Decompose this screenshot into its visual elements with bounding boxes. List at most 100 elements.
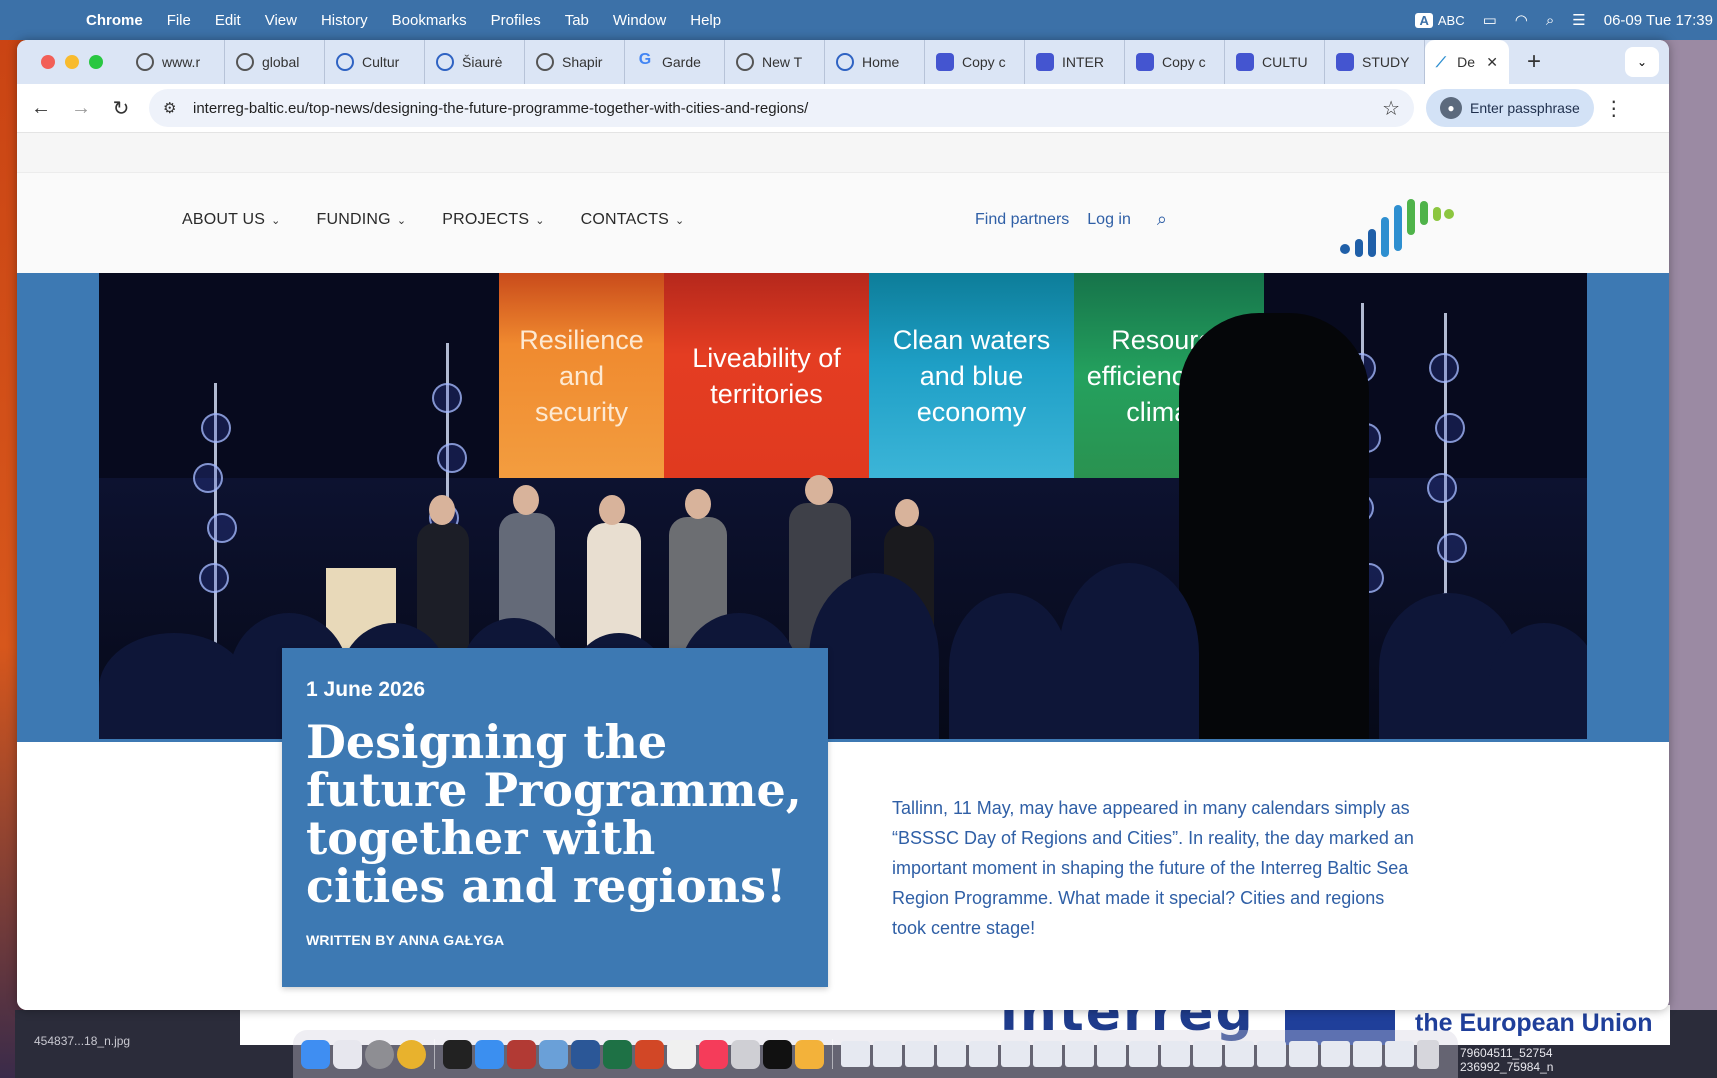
settings-icon[interactable]: [365, 1039, 394, 1069]
zoom-window-button[interactable]: [89, 55, 103, 69]
document-icon[interactable]: [1065, 1041, 1094, 1067]
speaker-head: [429, 495, 455, 525]
interreg-logo[interactable]: [1337, 195, 1477, 265]
document-icon[interactable]: [1353, 1041, 1382, 1067]
input-source-indicator[interactable]: A ABC: [1415, 12, 1465, 28]
control-center-icon[interactable]: ☰: [1572, 11, 1585, 29]
tab-label: Garde: [662, 54, 701, 70]
logo-bar: [1355, 239, 1363, 257]
tab[interactable]: Copy c: [1125, 40, 1225, 84]
menu-history[interactable]: History: [309, 12, 380, 29]
site-icon: [836, 53, 854, 71]
menu-help[interactable]: Help: [678, 12, 733, 29]
search-icon[interactable]: ⌕: [1157, 209, 1167, 230]
screen-panel: Clean waters and blue economy: [869, 273, 1074, 478]
nav-contacts[interactable]: CONTACTS ⌄: [581, 211, 685, 229]
new-tab-button[interactable]: +: [1509, 48, 1559, 76]
tv-icon[interactable]: [763, 1039, 792, 1069]
document-icon[interactable]: [1033, 1041, 1062, 1067]
calendar-icon[interactable]: [667, 1039, 696, 1069]
chrome-menu-icon[interactable]: ⋮: [1594, 96, 1634, 121]
document-icon[interactable]: [1161, 1041, 1190, 1067]
excel-icon[interactable]: [603, 1039, 632, 1069]
passphrase-button[interactable]: ● Enter passphrase: [1426, 89, 1594, 127]
tab[interactable]: Shapir: [525, 40, 625, 84]
minimize-window-button[interactable]: [65, 55, 79, 69]
tab[interactable]: global: [225, 40, 325, 84]
menu-file[interactable]: File: [155, 12, 203, 29]
tab[interactable]: Cultur: [325, 40, 425, 84]
finder-icon[interactable]: [301, 1039, 330, 1069]
wifi-icon[interactable]: ◠: [1515, 11, 1528, 29]
nav-about-us[interactable]: ABOUT US ⌄: [182, 211, 281, 229]
tab[interactable]: G Garde: [625, 40, 725, 84]
close-tab-icon[interactable]: ✕: [1486, 54, 1498, 71]
launchpad-icon[interactable]: [333, 1039, 362, 1069]
light-orb: [437, 443, 467, 473]
document-icon[interactable]: [1001, 1041, 1030, 1067]
document-icon[interactable]: [1257, 1041, 1286, 1067]
word-icon[interactable]: [571, 1039, 600, 1069]
menu-tab[interactable]: Tab: [553, 12, 601, 29]
document-icon[interactable]: [969, 1041, 998, 1067]
url-text[interactable]: interreg-baltic.eu/top-news/designing-th…: [193, 100, 1382, 117]
menu-app-name[interactable]: Chrome: [74, 12, 155, 29]
tab[interactable]: INTER: [1025, 40, 1125, 84]
tab[interactable]: www.r: [125, 40, 225, 84]
light-orb: [199, 563, 229, 593]
menu-bookmarks[interactable]: Bookmarks: [380, 12, 479, 29]
menu-window[interactable]: Window: [601, 12, 678, 29]
nav-projects[interactable]: PROJECTS ⌄: [442, 211, 544, 229]
browser-window: www.r global Cultur Šiaurė Shapir G Garde…: [17, 40, 1669, 1010]
menu-view[interactable]: View: [253, 12, 309, 29]
nav-funding[interactable]: FUNDING ⌄: [317, 211, 407, 229]
document-icon[interactable]: [1385, 1041, 1414, 1067]
tab[interactable]: CULTU: [1225, 40, 1325, 84]
close-window-button[interactable]: [41, 55, 55, 69]
document-icon[interactable]: [1225, 1041, 1254, 1067]
music-icon[interactable]: [699, 1039, 728, 1069]
light-orb: [1437, 533, 1467, 563]
site-settings-icon[interactable]: ⚙: [163, 99, 193, 117]
forward-button[interactable]: →: [61, 97, 101, 120]
tab-search-button[interactable]: ⌄: [1625, 47, 1659, 77]
interreg-icon: ⟋: [1436, 53, 1446, 70]
document-icon[interactable]: [1321, 1041, 1350, 1067]
tab[interactable]: Copy c: [925, 40, 1025, 84]
tab[interactable]: STUDY: [1325, 40, 1425, 84]
tab[interactable]: Home: [825, 40, 925, 84]
bookmark-star-icon[interactable]: ☆: [1382, 96, 1400, 121]
menu-profiles[interactable]: Profiles: [479, 12, 553, 29]
clock[interactable]: 06-09 Tue 17:39: [1604, 12, 1713, 29]
preview-icon[interactable]: [539, 1039, 568, 1069]
desktop-file-label-2[interactable]: 79604511_52754 236992_75984_n: [1460, 1046, 1553, 1074]
menu-edit[interactable]: Edit: [203, 12, 253, 29]
document-icon[interactable]: [1193, 1041, 1222, 1067]
mail-icon[interactable]: [475, 1039, 504, 1069]
search-icon[interactable]: ⌕: [1546, 12, 1554, 29]
document-icon[interactable]: [1097, 1041, 1126, 1067]
tab[interactable]: Šiaurė: [425, 40, 525, 84]
dictionary-icon[interactable]: [507, 1039, 536, 1069]
document-icon[interactable]: [841, 1041, 870, 1067]
reload-button[interactable]: ↻: [101, 96, 141, 121]
document-icon[interactable]: [1289, 1041, 1318, 1067]
address-bar[interactable]: ⚙ interreg-baltic.eu/top-news/designing-…: [149, 89, 1414, 127]
drive-icon[interactable]: [731, 1039, 760, 1069]
back-button[interactable]: ←: [21, 97, 61, 120]
battery-icon[interactable]: ▭: [1483, 11, 1497, 29]
find-partners-link[interactable]: Find partners: [975, 211, 1069, 229]
chrome-icon[interactable]: [397, 1039, 426, 1069]
tab[interactable]: New T: [725, 40, 825, 84]
document-icon[interactable]: [1129, 1041, 1158, 1067]
document-icon[interactable]: [905, 1041, 934, 1067]
document-icon[interactable]: [937, 1041, 966, 1067]
photos-icon[interactable]: [795, 1039, 824, 1069]
login-link[interactable]: Log in: [1087, 211, 1131, 229]
document-icon[interactable]: [873, 1041, 902, 1067]
desktop-file-label[interactable]: 454837...18_n.jpg: [34, 1034, 130, 1048]
trash-icon[interactable]: [1417, 1039, 1439, 1069]
terminal-icon[interactable]: [443, 1039, 472, 1069]
tab-active[interactable]: ⟋ De ✕: [1425, 40, 1509, 84]
powerpoint-icon[interactable]: [635, 1039, 664, 1069]
